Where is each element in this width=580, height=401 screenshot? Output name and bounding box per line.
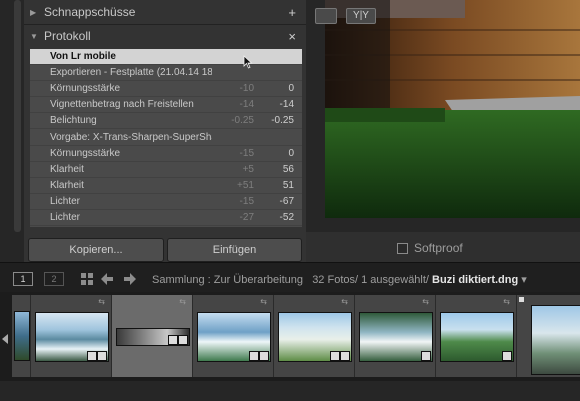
softproof-checkbox[interactable] <box>397 242 408 254</box>
rotate-icon[interactable]: ⇆ <box>179 297 186 306</box>
filmstrip-cell[interactable]: ⇆ <box>355 295 436 377</box>
loupe-view-icon[interactable] <box>315 8 337 24</box>
filmstrip-cell[interactable] <box>12 295 31 377</box>
rotate-icon[interactable]: ⇆ <box>422 297 429 306</box>
edited-badge-icon <box>259 351 269 361</box>
history-item[interactable]: Körnungsstärke -10 0 <box>30 81 302 98</box>
filmstrip: ⇆ ⇆ ⇆ ⇆ ⇆ ⇆ <box>0 292 580 381</box>
history-item[interactable]: Lichter -15 -67 <box>30 194 302 210</box>
history-item[interactable]: Exportieren - Festplatte (21.04.14 18:57… <box>30 65 302 82</box>
rotate-icon[interactable]: ⇆ <box>341 297 348 306</box>
rotate-icon[interactable]: ⇆ <box>260 297 267 306</box>
history-item[interactable]: Vorgabe: X-Trans-Sharpen-SuperSharp <box>30 129 302 146</box>
collection-badge-icon <box>87 351 97 361</box>
edited-badge-icon <box>340 351 350 361</box>
flag-marker-icon <box>519 297 524 302</box>
history-item[interactable]: Vignettenbetrag nach Freistellen -14 -14 <box>30 97 302 114</box>
filmstrip-left-arrow-icon[interactable] <box>2 334 9 344</box>
history-item[interactable]: Körnungsstärke -15 0 <box>30 146 302 162</box>
collection-badge-icon <box>330 351 340 361</box>
filmstrip-bottom-bar <box>0 381 580 401</box>
history-item[interactable]: Klarheit +5 56 <box>30 162 302 178</box>
selected-filename: Buzi diktiert.dng <box>432 274 519 286</box>
filmstrip-cell[interactable] <box>517 295 580 377</box>
copy-button[interactable]: Kopieren... <box>28 238 164 262</box>
left-panel: ▶ Schnappschüsse + ▼ Protokoll × Von Lr … <box>24 0 306 262</box>
thumbnail[interactable] <box>531 305 580 375</box>
filmstrip-source[interactable]: Sammlung : Zur Überarbeitung 32 Fotos/ 1… <box>152 273 527 286</box>
secondary-window-button[interactable]: 2 <box>44 272 64 286</box>
expand-triangle-icon: ▶ <box>30 7 37 17</box>
forward-arrow-icon[interactable] <box>122 272 136 286</box>
softproof-label: Softproof <box>414 241 463 255</box>
filmstrip-cell[interactable]: ⇆ <box>436 295 517 377</box>
edited-badge-icon <box>421 351 431 361</box>
history-item[interactable]: Belichtung -0.25 -0.25 <box>30 113 302 130</box>
left-scrollbar[interactable] <box>14 0 21 232</box>
history-item[interactable]: Lichter -27 -52 <box>30 210 302 227</box>
history-list: Von Lr mobile Exportieren - Festplatte (… <box>30 49 302 227</box>
filmstrip-cell[interactable]: ⇆ <box>193 295 274 377</box>
paste-button[interactable]: Einfügen <box>167 238 302 262</box>
history-item[interactable]: Klarheit +51 51 <box>30 178 302 194</box>
mouse-cursor-icon <box>243 55 253 69</box>
photo-image <box>325 0 580 218</box>
rotate-icon[interactable]: ⇆ <box>98 297 105 306</box>
filmstrip-cell[interactable]: ⇆ <box>31 295 112 377</box>
history-panel-header[interactable]: ▼ Protokoll × <box>30 26 300 46</box>
thumbnail[interactable] <box>14 311 30 361</box>
primary-window-button[interactable]: 1 <box>13 272 33 286</box>
filmstrip-header: 1 2 Sammlung : Zur Überarbeitung 32 Foto… <box>0 262 580 293</box>
add-snapshot-icon[interactable]: + <box>288 5 296 20</box>
back-arrow-icon[interactable] <box>101 272 115 286</box>
softproof-toggle[interactable]: Softproof <box>397 241 463 255</box>
history-item[interactable]: Von Lr mobile <box>30 49 302 66</box>
snapshots-title: Schnappschüsse <box>44 5 136 19</box>
collection-badge-icon <box>168 335 178 345</box>
dropdown-arrow-icon[interactable]: ▾ <box>521 274 527 286</box>
history-title: Protokoll <box>44 29 91 43</box>
rotate-icon[interactable]: ⇆ <box>503 297 510 306</box>
snapshots-panel-header[interactable]: ▶ Schnappschüsse + <box>30 2 300 22</box>
grid-view-icon[interactable] <box>81 273 93 285</box>
filmstrip-cell-selected[interactable]: ⇆ <box>112 295 193 377</box>
clear-history-icon[interactable]: × <box>288 29 296 44</box>
edited-badge-icon <box>502 351 512 361</box>
compare-view-icon[interactable]: Y|Y <box>346 8 376 24</box>
collapse-triangle-icon: ▼ <box>30 31 38 41</box>
photo-preview[interactable] <box>325 0 580 218</box>
edited-badge-icon <box>178 335 188 345</box>
panel-divider <box>24 24 306 25</box>
filmstrip-cell[interactable]: ⇆ <box>274 295 355 377</box>
edited-badge-icon <box>97 351 107 361</box>
collection-badge-icon <box>249 351 259 361</box>
